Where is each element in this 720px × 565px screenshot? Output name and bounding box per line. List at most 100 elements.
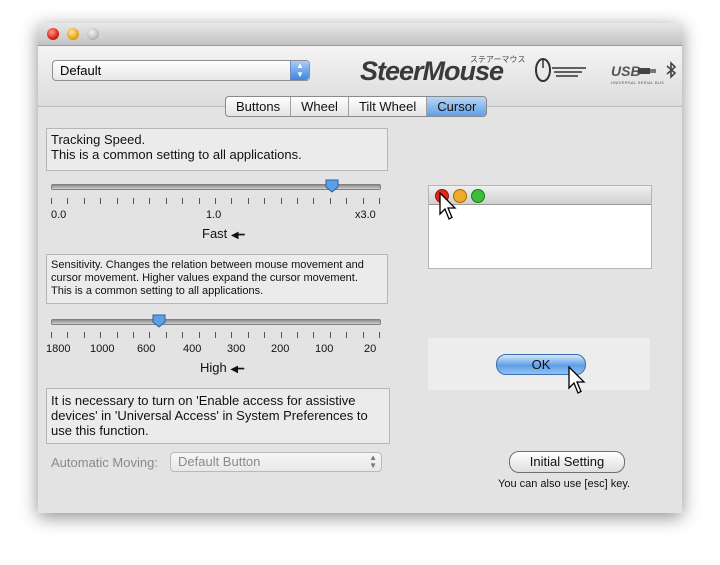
sensitivity-scale-labels: 1800 1000 600 400 300 200 100 20 xyxy=(46,343,381,357)
sensitivity-label-200: 200 xyxy=(271,343,290,355)
preset-popup[interactable]: Default ▲ ▼ xyxy=(52,60,310,81)
zoom-button[interactable] xyxy=(87,28,99,40)
sensitivity-label-100: 100 xyxy=(315,343,334,355)
sensitivity-slider-track[interactable] xyxy=(51,319,381,325)
sensitivity-desc-line3: This is a common setting to all applicat… xyxy=(51,285,264,297)
slider-tick xyxy=(379,332,380,338)
slider-tick xyxy=(199,332,200,338)
slider-tick xyxy=(330,198,331,204)
assistive-access-note: It is necessary to turn on 'Enable acces… xyxy=(46,388,390,444)
sensitivity-caption: High ◀━ xyxy=(200,360,244,375)
sensitivity-caption-text: High xyxy=(200,360,227,375)
minimize-button[interactable] xyxy=(67,28,79,40)
sensitivity-label-20: 20 xyxy=(364,343,377,355)
slider-tick xyxy=(117,198,118,204)
automatic-moving-value: Default Button xyxy=(178,454,261,469)
tracking-desc-line2: This is a common setting to all applicat… xyxy=(51,147,302,162)
sensitivity-label-1800: 1800 xyxy=(46,343,71,355)
high-indicator-icon: ◀━ xyxy=(230,364,245,375)
slider-tick xyxy=(248,332,249,338)
slider-tick xyxy=(182,332,183,338)
slider-tick xyxy=(100,332,101,338)
slider-tick xyxy=(51,198,52,204)
preview-zoom-icon xyxy=(471,189,485,203)
automatic-moving-popup[interactable]: Default Button ▲ ▼ xyxy=(170,452,382,472)
assistive-note-line2: devices' in 'Universal Access' in System… xyxy=(51,408,368,423)
bluetooth-icon xyxy=(666,61,677,79)
preset-popup-value: Default xyxy=(60,63,102,78)
slider-tick xyxy=(379,198,380,204)
slider-tick xyxy=(149,198,150,204)
slider-tick xyxy=(149,332,150,338)
tab-buttons[interactable]: Buttons xyxy=(226,97,292,116)
popup-arrows-icon: ▲ ▼ xyxy=(369,453,377,470)
fast-indicator-icon: ◀━ xyxy=(230,230,245,241)
slider-tick xyxy=(166,332,167,338)
slider-tick xyxy=(248,198,249,204)
slider-tick xyxy=(264,332,265,338)
tracking-slider-ticks xyxy=(51,198,381,204)
tab-cursor[interactable]: Cursor xyxy=(427,97,487,116)
sensitivity-label-400: 400 xyxy=(183,343,202,355)
slider-tick xyxy=(264,198,265,204)
tracking-min-label: 0.0 xyxy=(51,209,67,221)
slider-tick xyxy=(67,198,68,204)
slider-tick xyxy=(346,198,347,204)
tracking-mid-label: 1.0 xyxy=(206,209,222,221)
slider-tick xyxy=(281,332,282,338)
slider-tick xyxy=(297,332,298,338)
tracking-caption: Fast ◀━ xyxy=(202,226,245,241)
tracking-max-label: x3.0 xyxy=(355,209,376,221)
sensitivity-label-600: 600 xyxy=(137,343,156,355)
close-button[interactable] xyxy=(47,28,59,40)
steermouse-window: Default ▲ ▼ SteerMouse ステアーマウス USB UNIVER… xyxy=(38,23,682,513)
slider-tick xyxy=(313,332,314,338)
usb-label: USB xyxy=(611,63,641,79)
sensitivity-desc-line2: cursor movement. Higher values expand th… xyxy=(51,272,358,284)
mouse-logo-icon xyxy=(535,58,586,82)
slider-tick xyxy=(51,332,52,338)
sensitivity-label-300: 300 xyxy=(227,343,246,355)
slider-tick xyxy=(84,332,85,338)
automatic-moving-label: Automatic Moving: xyxy=(51,455,158,470)
tab-bar: Buttons Wheel Tilt Wheel Cursor xyxy=(225,96,488,117)
tracking-description: Tracking Speed. This is a common setting… xyxy=(46,128,388,171)
title-bar xyxy=(38,23,682,46)
slider-tick xyxy=(100,198,101,204)
popup-arrows-icon: ▲ ▼ xyxy=(290,61,309,80)
slider-tick xyxy=(313,198,314,204)
tracking-speed-slider-thumb[interactable] xyxy=(325,179,339,193)
slider-tick xyxy=(297,198,298,204)
usb-sublabel: UNIVERSAL SERIAL BUS xyxy=(611,80,665,85)
sensitivity-label-1000: 1000 xyxy=(90,343,115,355)
assistive-note-line1: It is necessary to turn on 'Enable acces… xyxy=(51,393,356,408)
sensitivity-slider-thumb[interactable] xyxy=(152,314,166,328)
tab-wheel[interactable]: Wheel xyxy=(291,97,349,116)
slider-tick xyxy=(166,198,167,204)
sensitivity-slider-ticks xyxy=(51,332,381,338)
slider-tick xyxy=(84,198,85,204)
pointer-cursor-icon xyxy=(439,192,457,220)
slider-tick xyxy=(67,332,68,338)
slider-tick xyxy=(330,332,331,338)
slider-tick xyxy=(133,198,134,204)
slider-tick xyxy=(133,332,134,338)
esc-key-note: You can also use [esc] key. xyxy=(498,478,631,490)
preview-title-bar xyxy=(429,186,651,205)
pointer-cursor-icon xyxy=(568,366,586,394)
tracking-caption-text: Fast xyxy=(202,226,228,241)
tab-tilt-wheel[interactable]: Tilt Wheel xyxy=(349,97,428,116)
slider-tick xyxy=(281,198,282,204)
steermouse-logo-kana: ステアーマウス xyxy=(470,55,526,64)
assistive-note-line3: use this function. xyxy=(51,423,149,438)
usb-plug-icon xyxy=(638,68,656,74)
slider-tick xyxy=(363,198,364,204)
slider-tick xyxy=(346,332,347,338)
initial-setting-button[interactable]: Initial Setting xyxy=(509,451,625,473)
slider-tick xyxy=(117,332,118,338)
slider-tick xyxy=(215,332,216,338)
ok-preview-area: OK xyxy=(428,338,650,394)
slider-tick xyxy=(215,198,216,204)
sensitivity-desc-line1: Sensitivity. Changes the relation betwee… xyxy=(51,259,364,271)
tracking-desc-line1: Tracking Speed. xyxy=(51,132,146,147)
